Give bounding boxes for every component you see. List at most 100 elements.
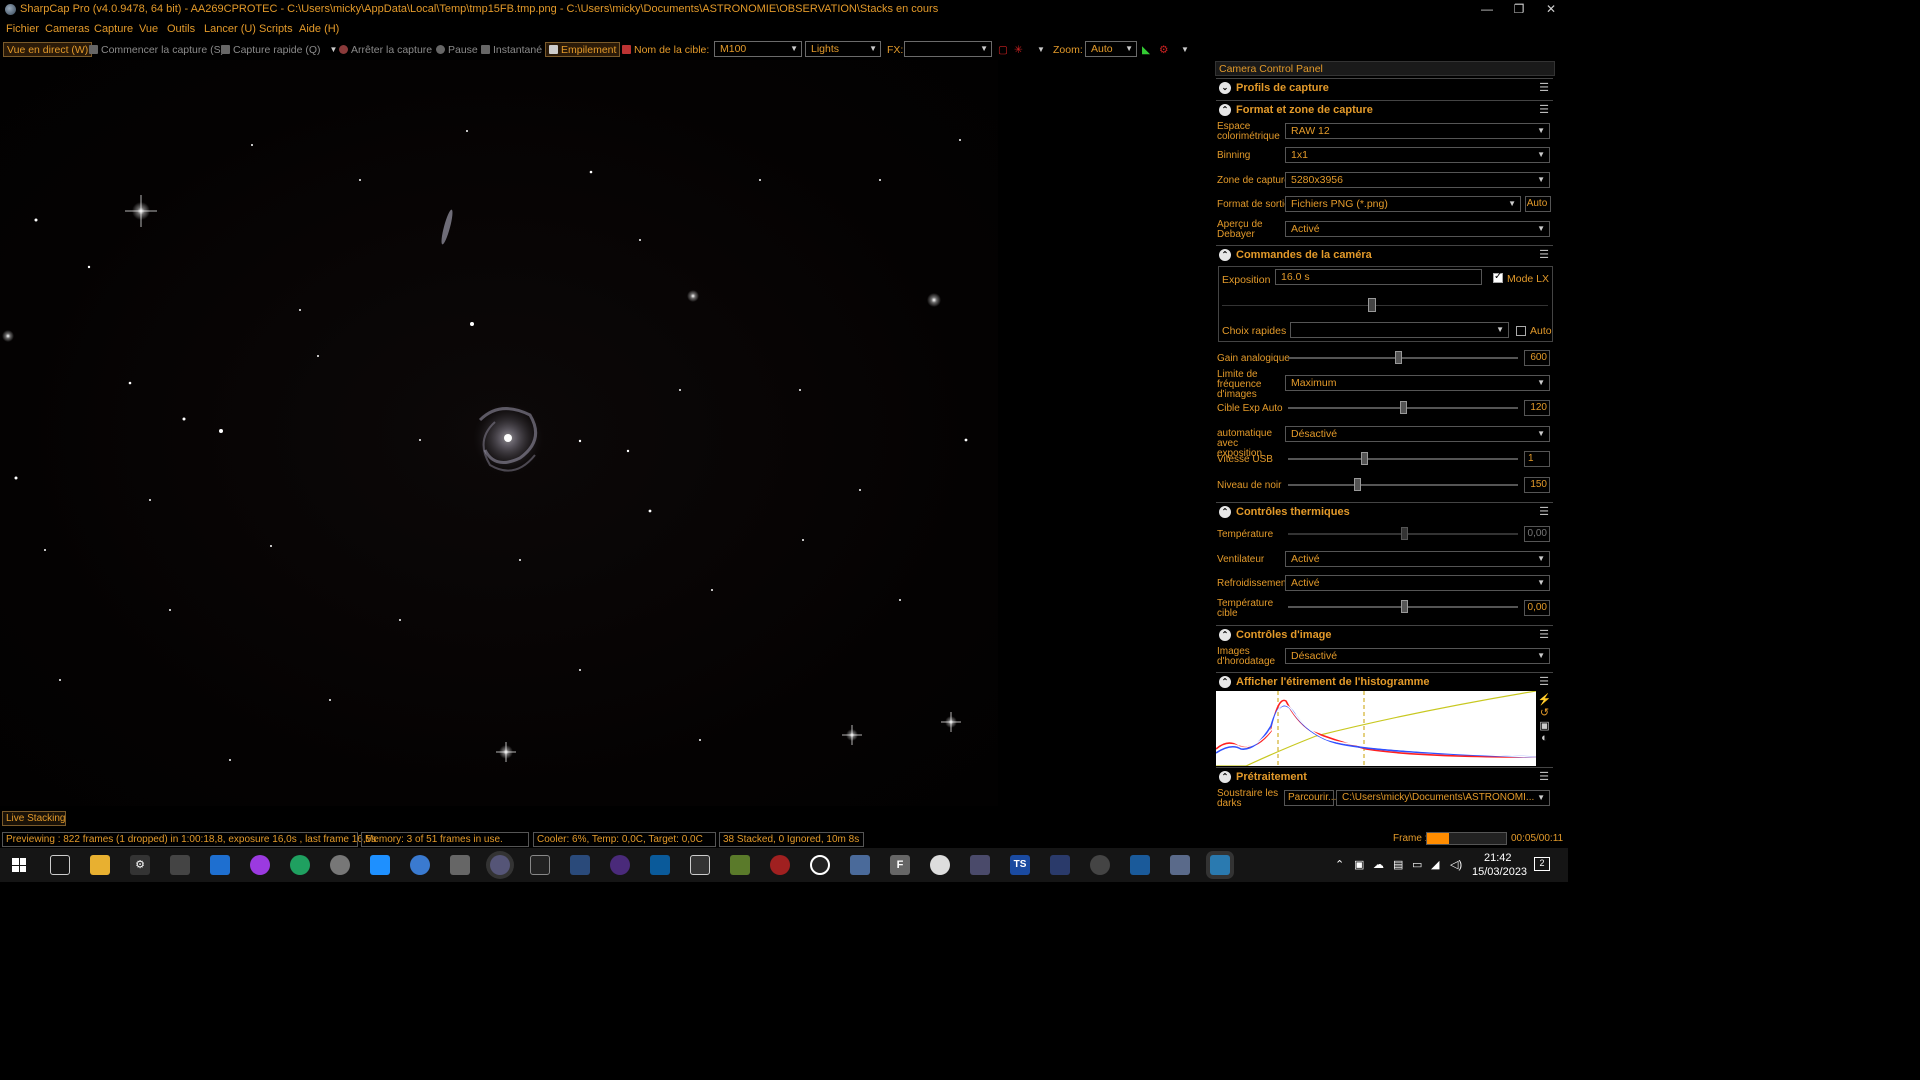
usb-speed-value[interactable]: 1 [1524,451,1550,467]
clock-time[interactable]: 21:42 [1484,852,1512,864]
notepad-icon[interactable] [170,855,190,875]
fx-select[interactable]: ▼ [904,41,992,57]
auto-exp-slider-thumb[interactable] [1400,401,1407,414]
debayer-select[interactable]: Activé ▼ [1285,221,1550,237]
app-icon[interactable] [730,855,750,875]
network-icon[interactable]: ◢ [1431,858,1439,871]
clock-date[interactable]: 15/03/2023 [1472,866,1527,878]
quick-capture-button[interactable]: Capture rapide (Q) ▼ [221,42,337,57]
usb-speed-slider[interactable] [1288,452,1518,465]
menu-capture[interactable]: Capture [94,23,133,35]
timestamp-select[interactable]: Désactivé ▼ [1285,648,1550,664]
darks-path-select[interactable]: C:\Users\micky\Documents\ASTRONOMI... ▼ [1336,790,1550,806]
app-icon[interactable] [610,855,630,875]
framerate-select[interactable]: Maximum ▼ [1285,375,1550,391]
reset-icon[interactable]: ↺ [1537,706,1552,719]
windows-start-icon[interactable] [12,858,26,872]
histogram-icon[interactable]: ◣ [1142,42,1150,57]
auto-exp-value[interactable]: 120 [1524,400,1550,416]
exposure-input[interactable]: 16.0 s [1275,269,1482,285]
cooling-select[interactable]: Activé ▼ [1285,575,1550,591]
mail-icon[interactable] [210,855,230,875]
app-icon[interactable] [1090,855,1110,875]
menu-vue[interactable]: Vue [139,23,158,35]
app-icon[interactable] [850,855,870,875]
image-viewport[interactable] [0,60,998,806]
hamburger-menu-icon[interactable]: ☰ [1539,505,1549,518]
chevron-down-icon[interactable]: ▼ [330,45,338,54]
stacking-button[interactable]: Empilement [545,42,621,57]
app-icon[interactable] [770,855,790,875]
app-icon[interactable]: F [890,855,910,875]
volume-icon[interactable]: ◁) [1450,858,1462,871]
onedrive-icon[interactable]: ☁ [1373,858,1384,871]
app-icon[interactable] [330,855,350,875]
black-level-slider[interactable] [1288,478,1518,491]
app-icon[interactable]: TS [1010,855,1030,875]
app-icon[interactable] [410,855,430,875]
sharpcap-taskbar-icon[interactable] [490,855,510,875]
target-name-select[interactable]: M100 ▼ [714,41,802,57]
quick-choice-select[interactable]: ▼ [1290,322,1509,338]
snapshot-button[interactable]: Instantané [481,42,542,57]
restore-button[interactable]: ❐ [1504,2,1534,17]
app-icon[interactable] [530,855,550,875]
notification-center-icon[interactable]: 2 [1534,857,1550,871]
app-icon[interactable] [650,855,670,875]
chevron-down-icon[interactable]: ▼ [1037,42,1045,57]
output-auto-button[interactable]: Auto [1525,196,1551,212]
browse-darks-button[interactable]: Parcourir... [1284,790,1336,806]
gain-slider-thumb[interactable] [1395,351,1403,364]
save-icon[interactable]: ▣ [1537,719,1552,732]
chevron-up-icon[interactable]: ⌃ [1219,249,1231,261]
settings-gear-icon[interactable]: ⚙ [130,855,150,875]
exposure-slider-track[interactable] [1222,305,1548,306]
menu-fichier[interactable]: Fichier [6,23,39,35]
histogram-display[interactable] [1215,690,1537,767]
battery-icon[interactable]: ▭ [1412,858,1422,871]
hamburger-menu-icon[interactable]: ☰ [1539,81,1549,94]
app-icon[interactable] [1170,855,1190,875]
contrast-icon[interactable]: ◐ [1537,732,1552,744]
zoom-select[interactable]: Auto ▼ [1085,41,1137,57]
chevron-down-icon[interactable]: ▼ [1181,42,1189,57]
messenger-icon[interactable] [250,855,270,875]
hamburger-menu-icon[interactable]: ☰ [1539,628,1549,641]
target-temperature-value[interactable]: 0,00 [1524,600,1550,616]
target-temperature-slider[interactable] [1288,600,1518,613]
section-histogram[interactable]: ⌃ Afficher l'étirement de l'histogramme … [1216,672,1553,691]
close-button[interactable]: ✕ [1536,2,1566,17]
stop-capture-button[interactable]: Arrêter la capture [339,42,432,57]
auto-stretch-icon[interactable]: ⚡ [1537,693,1552,706]
binning-select[interactable]: 1x1 ▼ [1285,147,1550,163]
tray-app-icon[interactable]: ▤ [1393,858,1403,871]
quick-auto-checkbox[interactable] [1516,326,1526,336]
target-temperature-slider-thumb[interactable] [1401,600,1408,613]
section-format[interactable]: ⌃ Format et zone de capture ☰ [1216,100,1553,119]
lx-mode-checkbox[interactable] [1493,271,1503,283]
section-thermal[interactable]: ⌃ Contrôles thermiques ☰ [1216,502,1553,521]
section-image[interactable]: ⌃ Contrôles d'image ☰ [1216,625,1553,644]
black-level-slider-thumb[interactable] [1354,478,1361,491]
live-view-button[interactable]: Vue en direct (W) [3,42,93,57]
crosshair-icon[interactable]: ✳ [1014,42,1023,57]
menu-scripts[interactable]: Scripts [259,23,293,35]
chevron-up-icon[interactable]: ⌃ [1219,771,1231,783]
chevron-up-icon[interactable]: ⌃ [1219,506,1231,518]
chevron-down-icon[interactable]: ⌄ [1219,82,1231,94]
app-icon[interactable] [1210,855,1230,875]
gain-value[interactable]: 600 [1524,350,1550,366]
live-stacking-tab[interactable]: Live Stacking [2,811,67,826]
auto-with-exposure-select[interactable]: Désactivé ▼ [1285,426,1550,442]
exposure-slider-thumb[interactable] [1368,298,1376,312]
hamburger-menu-icon[interactable]: ☰ [1539,103,1549,116]
hamburger-menu-icon[interactable]: ☰ [1539,770,1549,783]
file-explorer-icon[interactable] [90,855,110,875]
chevron-up-icon[interactable]: ⌃ [1219,629,1231,641]
task-view-icon[interactable] [50,855,70,875]
menu-aide[interactable]: Aide (H) [299,23,339,35]
app-icon[interactable] [690,855,710,875]
app-icon[interactable] [810,855,830,875]
black-level-value[interactable]: 150 [1524,477,1550,493]
app-icon[interactable] [1050,855,1070,875]
